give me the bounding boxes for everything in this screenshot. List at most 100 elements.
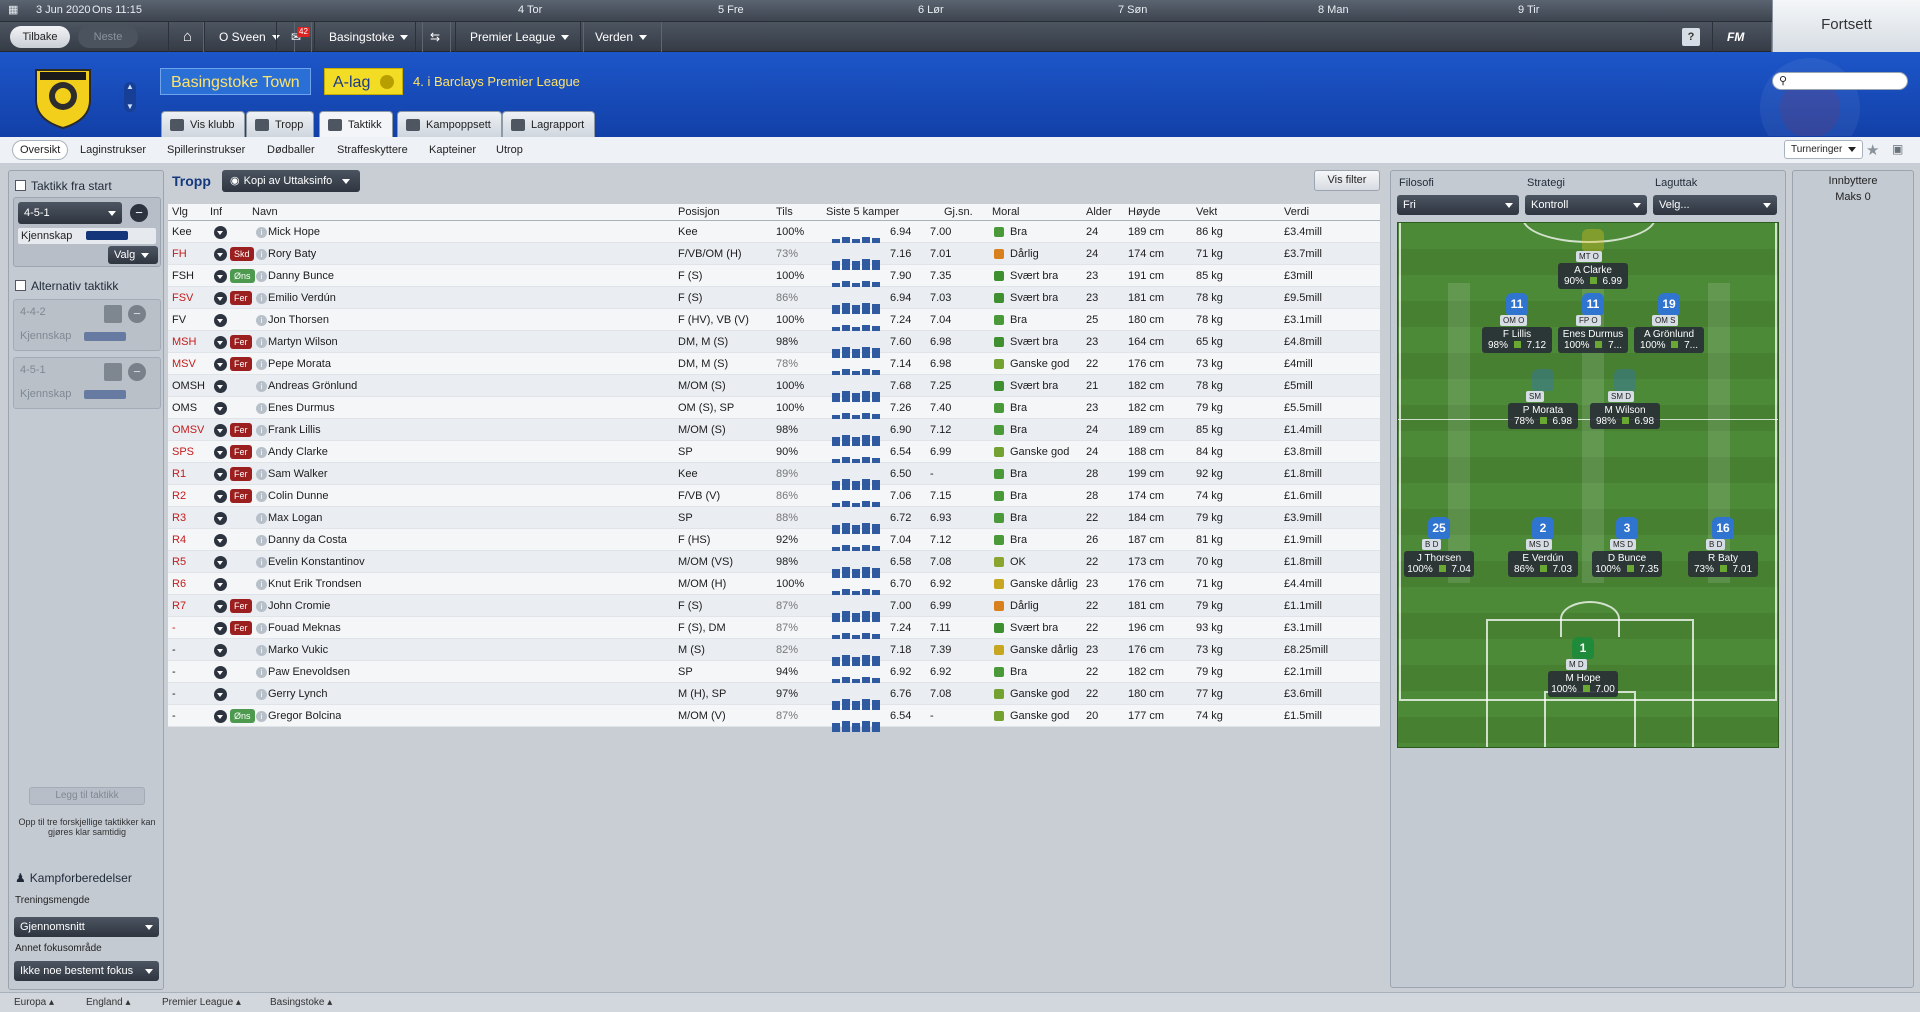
- table-row[interactable]: - Fer i Fouad Meknas F (S), DM 87% 7.24 7.11 Svæ…: [168, 617, 1380, 644]
- subnav-oversikt[interactable]: Oversikt: [12, 140, 69, 160]
- selection-cell[interactable]: R3: [172, 507, 186, 529]
- info-icon[interactable]: i: [256, 381, 267, 392]
- info-icon[interactable]: i: [256, 425, 267, 436]
- calendar-icon[interactable]: ▦: [8, 3, 18, 16]
- player-name[interactable]: Colin Dunne: [268, 485, 329, 507]
- column-header[interactable]: Vekt: [1196, 206, 1217, 218]
- select-dropdown-icon[interactable]: [214, 358, 227, 371]
- table-row[interactable]: MSV Fer i Pepe Morata DM, M (S) 78% 7.14 6.98 Ga…: [168, 353, 1380, 380]
- status-badge[interactable]: Fer: [230, 357, 252, 371]
- player-name[interactable]: Emilio Verdún: [268, 287, 336, 309]
- club-name[interactable]: Basingstoke Town: [160, 68, 311, 95]
- select-dropdown-icon[interactable]: [214, 534, 227, 547]
- player-name[interactable]: Evelin Konstantinov: [268, 551, 365, 573]
- role-tag[interactable]: M D: [1566, 659, 1587, 670]
- breadcrumb-item[interactable]: Basingstoke ▴: [270, 997, 332, 1008]
- calendar-day[interactable]: 9 Tir: [1518, 4, 1539, 16]
- calendar-day[interactable]: 5 Fre: [718, 4, 744, 16]
- column-header[interactable]: Gj.sn.: [944, 206, 973, 218]
- player-shirt-icon[interactable]: [1532, 369, 1554, 391]
- info-icon[interactable]: i: [256, 359, 267, 370]
- load-tactic-icon[interactable]: [104, 363, 122, 381]
- player-shirt-icon[interactable]: 19: [1658, 293, 1680, 315]
- table-row[interactable]: R2 Fer i Colin Dunne F/VB (V) 86% 7.06 7.15 Bra 2…: [168, 485, 1380, 512]
- remove-tactic-icon[interactable]: −: [130, 204, 148, 222]
- info-icon[interactable]: i: [256, 249, 267, 260]
- table-row[interactable]: MSH Fer i Martyn Wilson DM, M (S) 98% 7.60 6.98…: [168, 331, 1380, 358]
- info-icon[interactable]: i: [256, 227, 267, 238]
- select-dropdown-icon[interactable]: [214, 226, 227, 239]
- info-icon[interactable]: i: [256, 645, 267, 656]
- select-dropdown-icon[interactable]: [214, 578, 227, 591]
- player-name[interactable]: Frank Lillis: [268, 419, 321, 441]
- player-name[interactable]: Danny Bunce: [268, 265, 334, 287]
- player-name[interactable]: Paw Enevoldsen: [268, 661, 350, 683]
- info-icon[interactable]: i: [256, 535, 267, 546]
- selection-cell[interactable]: R7: [172, 595, 186, 617]
- player-name[interactable]: Danny da Costa: [268, 529, 347, 551]
- table-row[interactable]: FH Skd i Rory Baty F/VB/OM (H) 73% 7.16 7.01 Dår…: [168, 243, 1380, 270]
- player-name[interactable]: Rory Baty: [268, 243, 316, 265]
- column-header[interactable]: Navn: [252, 206, 278, 218]
- player-name[interactable]: Pepe Morata: [268, 353, 331, 375]
- options-dropdown[interactable]: Valg: [108, 246, 158, 264]
- table-row[interactable]: Kee i Mick Hope Kee 100% 6.94 7.00 Bra 24 189 cm 8…: [168, 221, 1380, 248]
- player-name[interactable]: Andreas Grönlund: [268, 375, 357, 397]
- table-row[interactable]: FSV Fer i Emilio Verdún F (S) 86% 6.94 7.03 Svær…: [168, 287, 1380, 314]
- tab-tropp[interactable]: Tropp: [246, 111, 315, 137]
- column-header[interactable]: Høyde: [1128, 206, 1160, 218]
- player-name[interactable]: Gregor Bolcina: [268, 705, 341, 727]
- training-dropdown[interactable]: Gjennomsnitt: [14, 917, 159, 937]
- status-badge[interactable]: Skd: [230, 247, 254, 261]
- info-icon[interactable]: i: [256, 667, 267, 678]
- add-tactic-button[interactable]: Legg til taktikk: [29, 787, 145, 805]
- player-card[interactable]: A Clarke 90% 6.99: [1558, 263, 1628, 289]
- player-name[interactable]: Mick Hope: [268, 221, 320, 243]
- selection-cell[interactable]: R1: [172, 463, 186, 485]
- select-dropdown-icon[interactable]: [214, 600, 227, 613]
- table-row[interactable]: - i Marko Vukic M (S) 82% 7.18 7.39 Ganske dårl…: [168, 639, 1380, 666]
- selection-cell[interactable]: -: [172, 617, 176, 639]
- table-row[interactable]: - i Gerry Lynch M (H), SP 97% 6.76 7.08 Ganske …: [168, 683, 1380, 710]
- select-dropdown-icon[interactable]: [214, 446, 227, 459]
- selection-cell[interactable]: -: [172, 683, 176, 705]
- player-name[interactable]: Sam Walker: [268, 463, 328, 485]
- selection-cell[interactable]: FSV: [172, 287, 193, 309]
- view-dropdown[interactable]: ◉ Kopi av Uttaksinfo: [222, 170, 361, 192]
- player-card[interactable]: F Lillis 98% 7.12: [1482, 327, 1552, 353]
- player-shirt-icon[interactable]: 25: [1428, 517, 1450, 539]
- player-card[interactable]: P Morata 78% 6.98: [1508, 403, 1578, 429]
- role-tag[interactable]: FP O: [1576, 315, 1601, 326]
- column-header[interactable]: Alder: [1086, 206, 1112, 218]
- status-badge[interactable]: Fer: [230, 467, 252, 481]
- player-shirt-icon[interactable]: 16: [1712, 517, 1734, 539]
- info-icon[interactable]: i: [256, 557, 267, 568]
- player-card[interactable]: J Thorsen 100% 7.04: [1404, 551, 1474, 577]
- role-tag[interactable]: MS D: [1526, 539, 1553, 550]
- selection-cell[interactable]: OMSV: [172, 419, 204, 441]
- breadcrumb-item[interactable]: Premier League ▴: [162, 997, 241, 1008]
- calendar-day[interactable]: 4 Tor: [518, 4, 542, 16]
- calendar-day[interactable]: 8 Man: [1318, 4, 1349, 16]
- back-button[interactable]: Tilbake: [10, 26, 70, 48]
- select-dropdown-icon[interactable]: [214, 644, 227, 657]
- tab-vis-klubb[interactable]: Vis klubb: [161, 111, 246, 137]
- player-name[interactable]: Gerry Lynch: [268, 683, 328, 705]
- tournaments-dropdown[interactable]: Turneringer: [1784, 140, 1864, 159]
- select-dropdown-icon[interactable]: [214, 424, 227, 437]
- alt-tactic-checkbox[interactable]: [15, 280, 26, 291]
- player-name[interactable]: Jon Thorsen: [268, 309, 329, 331]
- tactics-pitch[interactable]: MT OA Clarke 90% 6.99 11 OM OF Lillis 98% 7.…: [1397, 222, 1779, 748]
- player-shirt-icon[interactable]: [1582, 229, 1604, 251]
- selection-cell[interactable]: FV: [172, 309, 186, 331]
- status-badge[interactable]: Fer: [230, 335, 252, 349]
- status-badge[interactable]: Fer: [230, 489, 252, 503]
- selection-cell[interactable]: MSV: [172, 353, 196, 375]
- subnav-straffeskyttere[interactable]: Straffeskyttere: [337, 144, 408, 156]
- select-dropdown-icon[interactable]: [214, 314, 227, 327]
- status-badge[interactable]: Øns: [230, 269, 255, 283]
- club-menu[interactable]: Basingstoke: [314, 22, 424, 52]
- table-row[interactable]: OMSH i Andreas Grönlund M/OM (S) 100% 7.68 7.2…: [168, 375, 1380, 402]
- club-switch-icon[interactable]: ▲ ▼: [124, 82, 136, 112]
- selection-cell[interactable]: FH: [172, 243, 187, 265]
